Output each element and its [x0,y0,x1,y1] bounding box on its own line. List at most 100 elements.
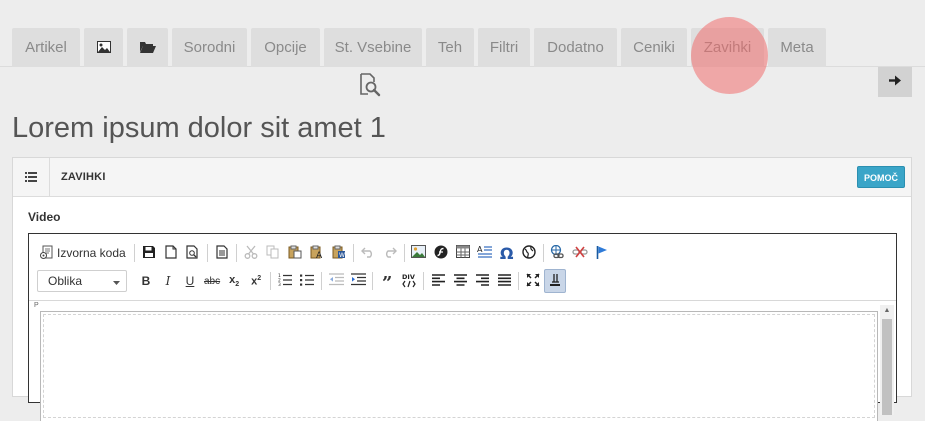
paste-text-button[interactable]: A [306,241,328,265]
link-icon [550,244,566,262]
toolbar-separator [372,272,374,290]
toolbar-separator [235,244,237,262]
page-title: Lorem ipsum dolor sit amet 1 [12,112,386,144]
tab-opcije[interactable]: Opcije [251,28,320,67]
tab-teh[interactable]: Teh [426,28,474,67]
copy-button[interactable] [262,241,284,265]
numbered-list-icon: 123 [278,273,293,289]
scroll-up-arrow-icon[interactable]: ▲ [880,305,894,317]
format-select[interactable]: Oblika [37,270,127,292]
preview-icon[interactable] [359,73,381,102]
toolbar-row-2: Oblika B I U abc x2 x2 123 ” DIV [37,267,567,295]
bold-icon: B [141,274,151,288]
source-button[interactable]: Izvorna koda [37,241,131,265]
align-left-icon [431,273,445,289]
spellcheck-icon: A [477,245,493,262]
strikethrough-button[interactable]: abc [201,269,223,293]
paste-button[interactable] [284,241,306,265]
spellcheck-button[interactable]: A [474,241,496,265]
maximize-icon [526,272,540,290]
maximize-button[interactable] [522,269,544,293]
new-page-button[interactable] [160,241,182,265]
italic-button[interactable]: I [157,269,179,293]
anchor-button[interactable] [591,241,613,265]
templates-button[interactable] [211,241,233,265]
numbered-list-button[interactable]: 123 [274,269,296,293]
align-left-button[interactable] [427,269,449,293]
tab-ceniki[interactable]: Ceniki [621,28,687,67]
editor-content-area[interactable]: P ▲ [29,300,896,421]
tab-sorodni[interactable]: Sorodni [172,28,247,67]
show-blocks-button[interactable] [544,269,567,293]
bulleted-list-button[interactable] [296,269,318,293]
copy-icon [266,245,280,262]
templates-icon [216,244,228,262]
panel-header: ZAVIHKI POMOČ [13,158,911,197]
svg-text:DIV: DIV [402,273,415,281]
image-icon [96,39,111,55]
paste-icon [288,245,302,262]
toolbar-separator [270,272,272,290]
svg-text:3: 3 [278,282,281,286]
superscript-icon: x2 [251,274,262,288]
special-char-button[interactable]: Ω [496,241,518,265]
subscript-button[interactable]: x2 [223,269,245,293]
editor-scrollbar[interactable]: ▲ [880,305,894,415]
unlink-button[interactable] [569,241,591,265]
tab-st-vsebine[interactable]: St. Vsebine [324,28,422,67]
caret-down-icon [113,274,120,288]
superscript-button[interactable]: x2 [245,269,267,293]
tab-zavihki[interactable]: Zavihki [691,28,764,67]
save-button[interactable] [138,241,160,265]
cut-button[interactable] [240,241,262,265]
next-button[interactable] [878,67,912,97]
blockquote-button[interactable]: ” [376,269,398,293]
help-button[interactable]: POMOČ [856,166,905,188]
toolbar-separator [206,244,208,262]
paste-word-button[interactable]: W [328,241,350,265]
insert-flash-button[interactable] [430,241,452,265]
tab-filtri[interactable]: Filtri [478,28,530,67]
tab-images[interactable] [84,28,123,67]
align-justify-icon [497,273,511,289]
redo-icon [383,246,397,261]
redo-button[interactable] [379,241,401,265]
svg-text:W: W [339,252,345,259]
panel-menu-button[interactable] [13,158,50,197]
outdent-button[interactable] [325,269,347,293]
image-icon [411,245,427,261]
align-right-button[interactable] [471,269,493,293]
iframe-button[interactable] [518,241,540,265]
preview-button[interactable] [182,241,204,265]
list-icon [25,169,37,187]
tab-meta[interactable]: Meta [768,28,826,67]
align-center-button[interactable] [449,269,471,293]
undo-button[interactable] [357,241,379,265]
quote-icon: ” [381,273,393,294]
underline-button[interactable]: U [179,269,201,293]
create-div-button[interactable]: DIV [398,269,420,293]
tab-dodatno[interactable]: Dodatno [534,28,617,67]
tabs-panel: ZAVIHKI POMOČ Video Izvorna koda A W A Ω… [12,157,912,421]
outdent-icon [328,273,344,289]
undo-icon [360,246,375,261]
editor-paragraph[interactable] [40,311,878,421]
subscript-icon: x2 [229,273,240,289]
save-icon [142,245,156,262]
toolbar-separator [352,244,354,262]
insert-image-button[interactable] [408,241,430,265]
bold-button[interactable]: B [135,269,157,293]
scroll-thumb[interactable] [882,319,892,415]
justify-button[interactable] [493,269,515,293]
flag-icon [596,245,608,262]
insert-table-button[interactable] [452,241,474,265]
link-button[interactable] [547,241,569,265]
tab-files[interactable] [127,28,168,67]
toolbar-separator [423,272,425,290]
toolbar-separator [518,272,520,290]
preview-page-icon [186,244,199,262]
tab-artikel[interactable]: Artikel [12,28,80,67]
indent-button[interactable] [347,269,369,293]
toolbar-row-1: Izvorna koda A W A Ω [37,239,613,267]
source-button-label: Izvorna koda [57,246,126,260]
